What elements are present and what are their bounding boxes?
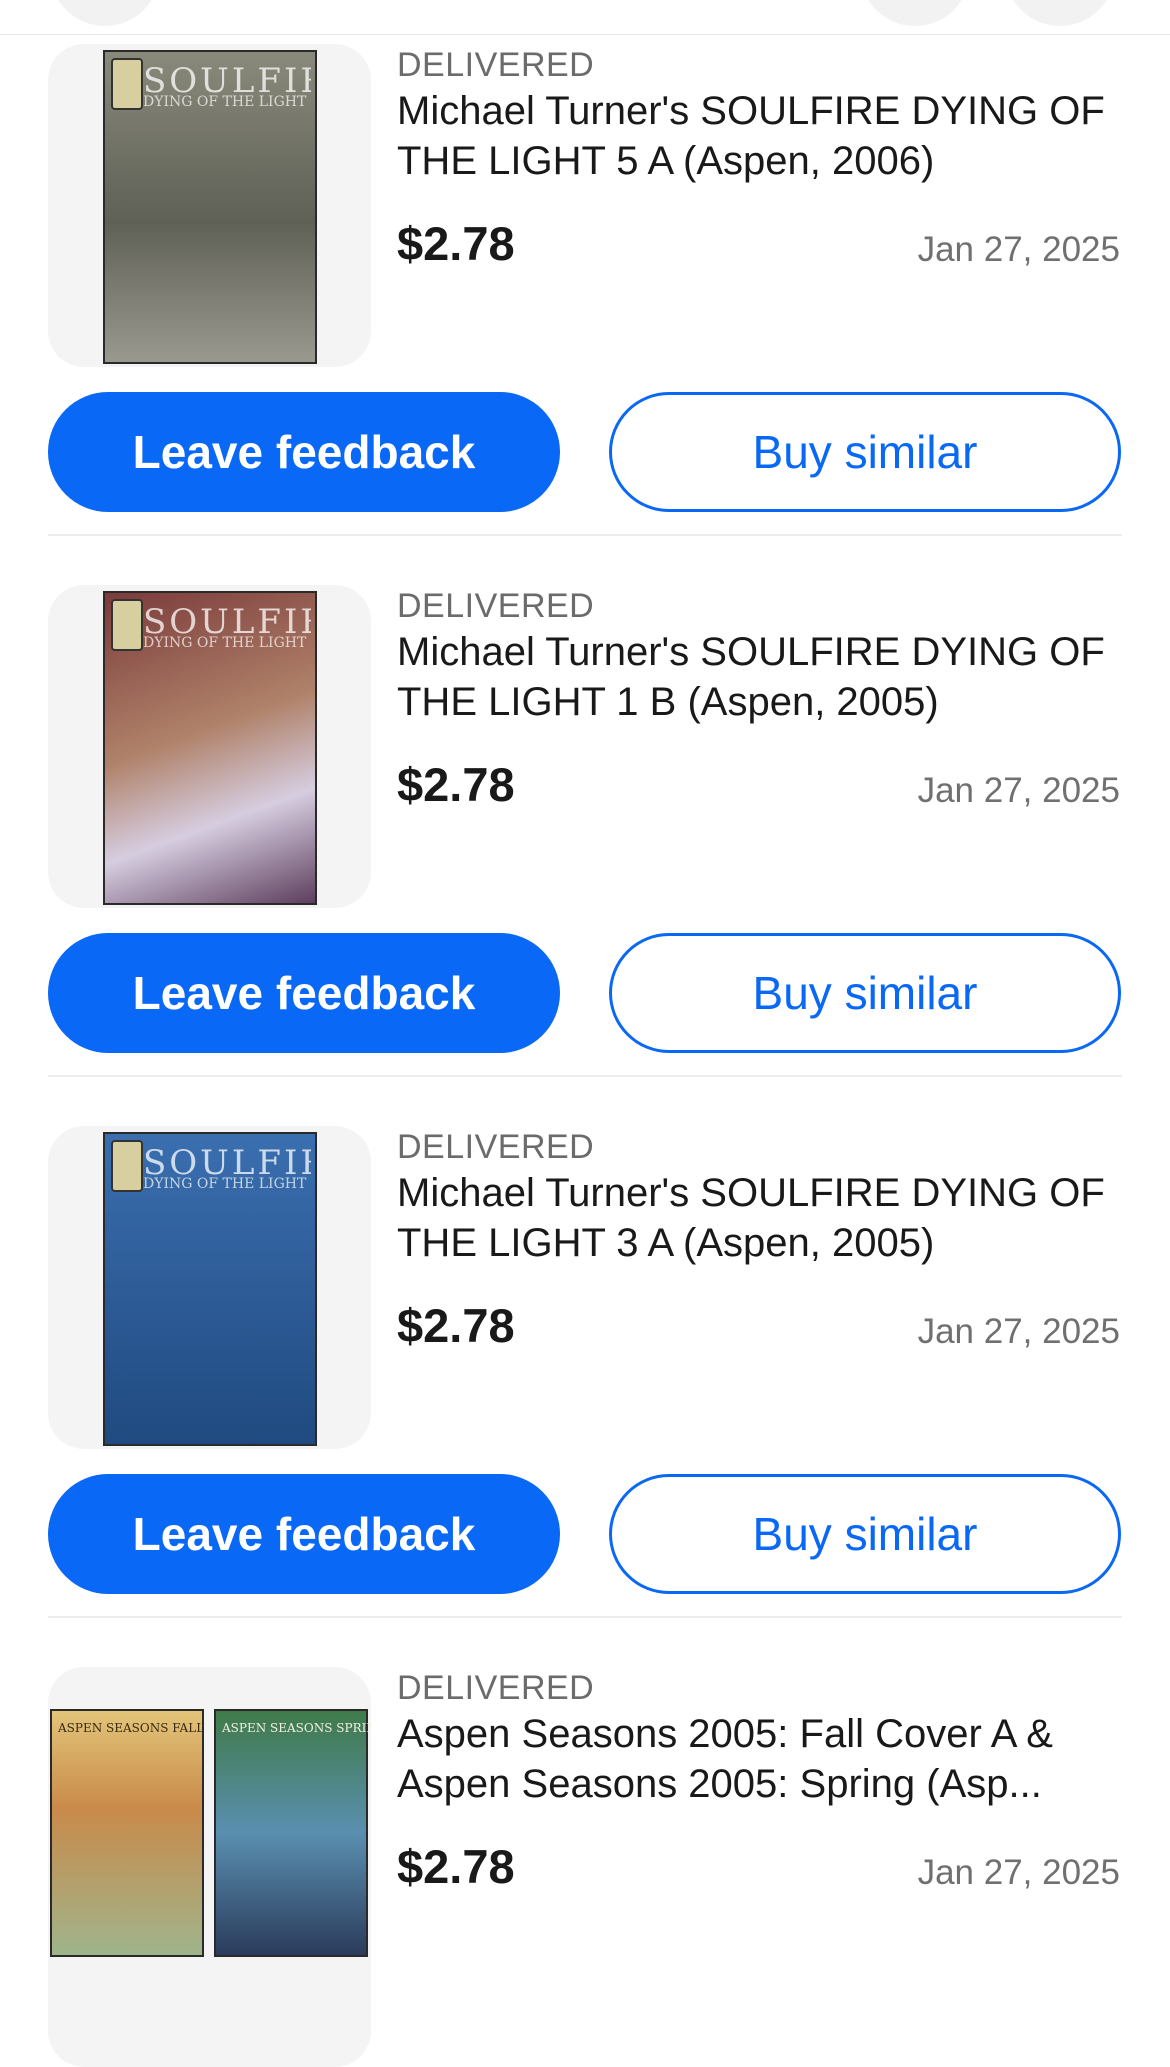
item-price: $2.78 <box>397 217 515 270</box>
product-thumbnail[interactable]: SOULFIRE DYING OF THE LIGHT <box>48 44 371 367</box>
order-date: Jan 27, 2025 <box>917 1312 1120 1351</box>
cover-subtitle-art: DYING OF THE LIGHT <box>143 1176 307 1192</box>
order-item: ASPEN SEASONS FALL ASPEN SEASONS SPRING … <box>0 1657 1170 2067</box>
comic-cover-image: SOULFIRE DYING OF THE LIGHT <box>103 591 317 905</box>
buy-similar-button[interactable]: Buy similar <box>609 392 1121 512</box>
cover-subtitle-art: DYING OF THE LIGHT <box>143 635 307 651</box>
divider <box>48 1075 1122 1077</box>
order-date: Jan 27, 2025 <box>917 230 1120 269</box>
item-title[interactable]: Michael Turner's SOULFIRE DYING OF THE L… <box>397 86 1137 186</box>
item-title[interactable]: Aspen Seasons 2005: Fall Cover A & Aspen… <box>397 1709 1137 1809</box>
back-button[interactable] <box>50 0 160 26</box>
leave-feedback-button[interactable]: Leave feedback <box>48 392 560 512</box>
menu-button[interactable] <box>1005 0 1115 26</box>
cover-title-art: ASPEN SEASONS FALL <box>58 1721 205 1735</box>
item-title[interactable]: Michael Turner's SOULFIRE DYING OF THE L… <box>397 1168 1137 1268</box>
order-status: DELIVERED <box>397 1669 595 1707</box>
product-thumbnail[interactable]: SOULFIRE DYING OF THE LIGHT <box>48 1126 371 1449</box>
publisher-badge <box>111 58 143 110</box>
item-price: $2.78 <box>397 758 515 811</box>
comic-cover-image-fall: ASPEN SEASONS FALL <box>50 1709 204 1957</box>
divider <box>48 1616 1122 1618</box>
order-status: DELIVERED <box>397 1128 595 1166</box>
divider <box>48 534 1122 536</box>
top-header <box>0 0 1170 35</box>
publisher-badge <box>111 599 143 651</box>
leave-feedback-button[interactable]: Leave feedback <box>48 1474 560 1594</box>
order-status: DELIVERED <box>397 587 595 625</box>
cover-subtitle-art: DYING OF THE LIGHT <box>143 94 307 110</box>
order-date: Jan 27, 2025 <box>917 1853 1120 1892</box>
product-thumbnail[interactable]: SOULFIRE DYING OF THE LIGHT <box>48 585 371 908</box>
comic-cover-image-spring: ASPEN SEASONS SPRING <box>214 1709 371 1957</box>
order-item: SOULFIRE DYING OF THE LIGHT DELIVERED Mi… <box>0 1116 1170 1657</box>
order-item: SOULFIRE DYING OF THE LIGHT DELIVERED Mi… <box>0 34 1170 575</box>
leave-feedback-button[interactable]: Leave feedback <box>48 933 560 1053</box>
buy-similar-button[interactable]: Buy similar <box>609 933 1121 1053</box>
cover-title-art: ASPEN SEASONS SPRING <box>222 1721 371 1735</box>
search-button[interactable] <box>860 0 970 26</box>
item-price: $2.78 <box>397 1299 515 1352</box>
order-date: Jan 27, 2025 <box>917 771 1120 810</box>
order-status: DELIVERED <box>397 46 595 84</box>
product-thumbnail[interactable]: ASPEN SEASONS FALL ASPEN SEASONS SPRING <box>48 1667 371 2067</box>
item-title[interactable]: Michael Turner's SOULFIRE DYING OF THE L… <box>397 627 1137 727</box>
buy-similar-button[interactable]: Buy similar <box>609 1474 1121 1594</box>
item-price: $2.78 <box>397 1840 515 1893</box>
publisher-badge <box>111 1140 143 1192</box>
order-item: SOULFIRE DYING OF THE LIGHT DELIVERED Mi… <box>0 575 1170 1116</box>
comic-cover-image: SOULFIRE DYING OF THE LIGHT <box>103 50 317 364</box>
comic-cover-image: SOULFIRE DYING OF THE LIGHT <box>103 1132 317 1446</box>
